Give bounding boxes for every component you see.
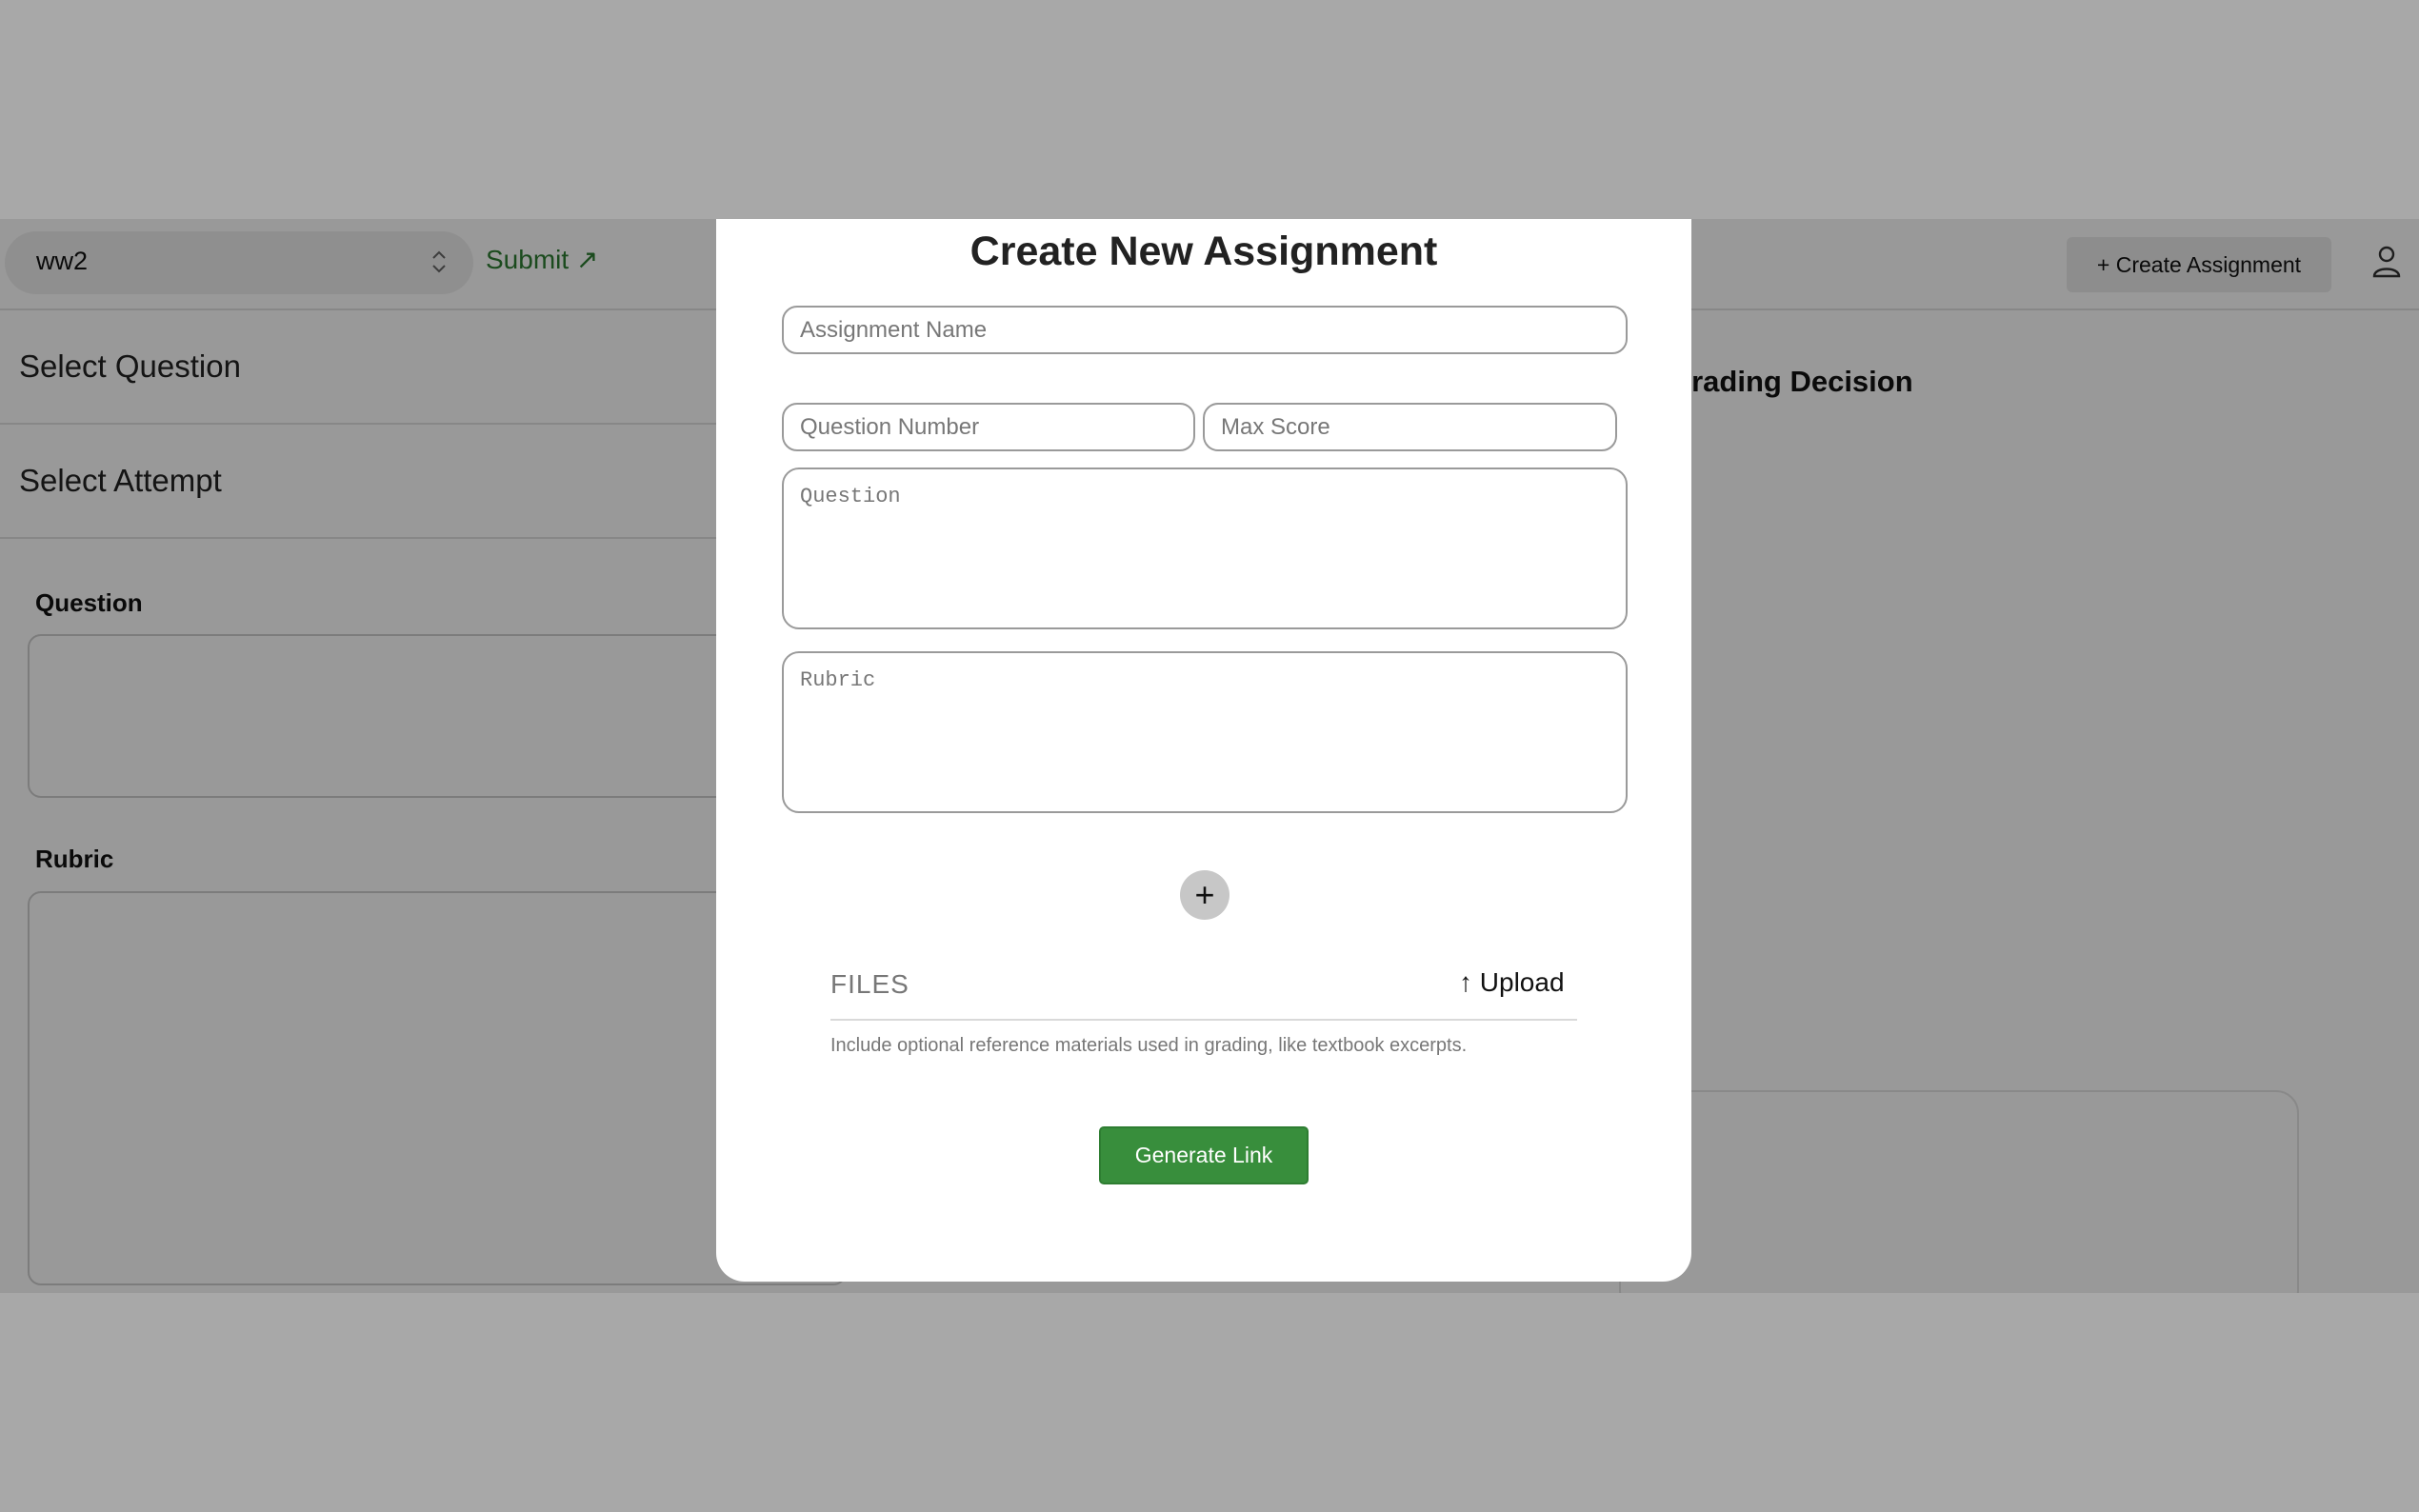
create-assignment-modal: Create New Assignment + FILES ↑ Upload I…	[716, 219, 1691, 1282]
modal-title: Create New Assignment	[970, 229, 1438, 274]
plus-icon: +	[1194, 875, 1215, 914]
upload-button[interactable]: ↑ Upload	[1459, 967, 1565, 998]
assignment-name-input[interactable]	[782, 306, 1628, 354]
files-label: FILES	[830, 969, 910, 999]
question-textarea[interactable]	[782, 468, 1628, 629]
files-help-text: Include optional reference materials use…	[830, 1035, 1468, 1056]
question-number-input[interactable]	[782, 403, 1195, 451]
add-question-button[interactable]: +	[1180, 870, 1229, 920]
files-divider	[830, 1019, 1577, 1021]
generate-link-button[interactable]: Generate Link	[1099, 1126, 1309, 1184]
max-score-input[interactable]	[1203, 403, 1617, 451]
rubric-textarea[interactable]	[782, 651, 1628, 813]
